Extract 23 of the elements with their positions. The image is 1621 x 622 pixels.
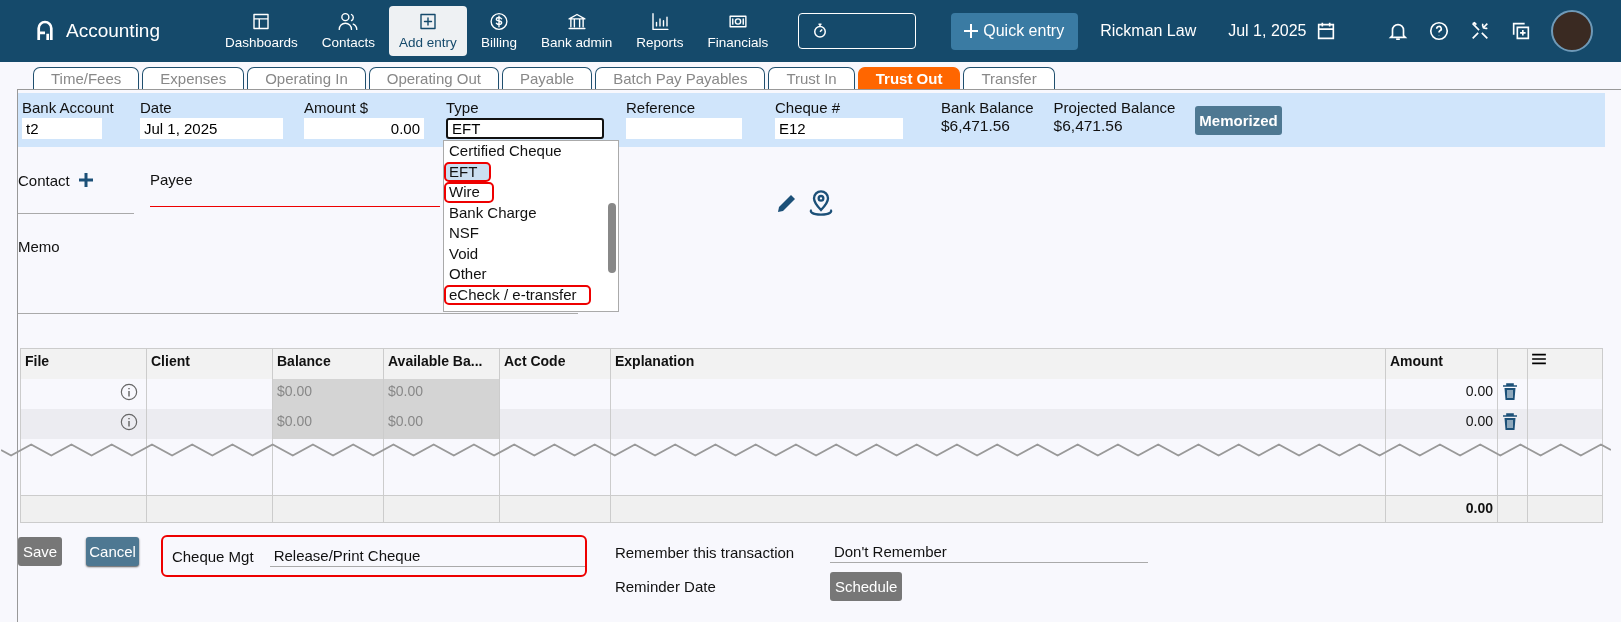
cheque-mgt-label: Cheque Mgt [171, 547, 254, 565]
field-label: Reference [626, 99, 697, 116]
total-amount: 0.00 [1386, 496, 1498, 522]
table-cell: $0.00 [384, 409, 500, 439]
balance-label: Projected Balance [1053, 99, 1176, 116]
table-cell: $0.00 [384, 379, 500, 409]
table-cell: 0.00 [1386, 409, 1498, 439]
field-label: Date [140, 99, 173, 116]
field-label: Bank Account [22, 99, 115, 116]
balance-label: Bank Balance [941, 99, 1034, 116]
memo-label: Memo [18, 238, 60, 255]
field-label: Amount $ [304, 99, 370, 116]
app-title: Accounting [66, 20, 160, 42]
balance-value: $6,471.56 [941, 116, 1011, 135]
table-cell: $0.00 [273, 409, 384, 439]
balance-value: $6,471.56 [1053, 116, 1124, 135]
reminder-date-label: Reminder Date [614, 577, 717, 595]
field-label: Cheque # [775, 99, 842, 116]
remember-label: Remember this transaction [614, 543, 796, 561]
contact-label: Contact [18, 171, 70, 189]
field-label: Type [446, 99, 480, 116]
payee-label: Payee [150, 171, 193, 188]
table-cell: $0.00 [273, 379, 384, 409]
